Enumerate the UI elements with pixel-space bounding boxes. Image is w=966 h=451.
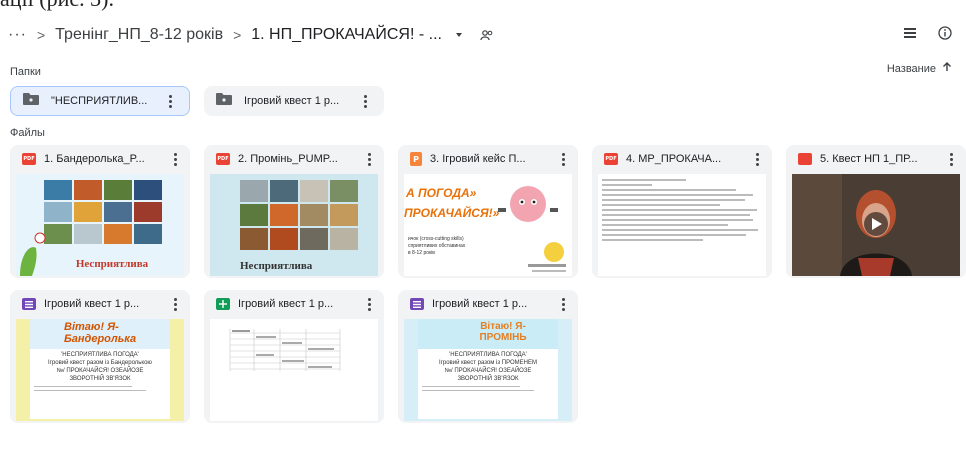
video-icon bbox=[798, 153, 812, 165]
slides-icon: P bbox=[410, 152, 422, 166]
file-card[interactable]: PDF 4. МР_ПРОКАЧА... bbox=[592, 145, 772, 278]
folder-name: "НЕСПРИЯТЛИВ... bbox=[51, 95, 148, 107]
form-icon bbox=[22, 298, 36, 310]
arrow-up-icon bbox=[942, 62, 952, 75]
more-options-icon[interactable] bbox=[556, 152, 570, 166]
list-view-icon[interactable] bbox=[904, 28, 916, 38]
file-title: Ігровий квест 1 р... bbox=[432, 298, 528, 310]
file-title: 2. Промінь_PUMP... bbox=[238, 153, 338, 165]
slide-line: ичок (cross-cutting skills) bbox=[408, 236, 464, 242]
more-options-icon[interactable] bbox=[556, 297, 570, 311]
file-card[interactable]: P 3. Ігровий кейс П... А ПОГОДА» ПРОКАЧА… bbox=[398, 145, 578, 278]
form-line: ЗВОРОТНІЙ ЗВ'ЯЗОК bbox=[69, 376, 131, 382]
slide-line: ПРОКАЧАЙСЯ!» bbox=[404, 206, 500, 220]
form-line: №/ ПРОКАЧАЙСЯ! ОЗЕАЙОЗЕ bbox=[56, 368, 144, 374]
more-options-icon[interactable] bbox=[168, 297, 182, 311]
folders-heading: Папки bbox=[10, 66, 41, 78]
file-thumbnail: Несприятлива bbox=[16, 174, 184, 276]
sort-label: Название bbox=[886, 62, 936, 75]
more-options-icon[interactable] bbox=[944, 152, 958, 166]
thumbnail-banner: Вітаю! Я- ПРОМІНЬ bbox=[479, 321, 527, 343]
file-title: 4. МР_ПРОКАЧА... bbox=[626, 153, 722, 165]
slide-line: сприятливих обставинах bbox=[408, 243, 466, 249]
chevron-right-icon: > bbox=[36, 27, 46, 43]
more-options-icon[interactable] bbox=[358, 94, 372, 108]
form-line: Ігровий квест разом із ПРОМЕНЕМ bbox=[439, 360, 537, 366]
folder-item[interactable]: Ігровий квест 1 р... bbox=[204, 86, 384, 116]
caret-down-icon[interactable] bbox=[454, 30, 464, 40]
file-thumbnail bbox=[210, 319, 378, 421]
pdf-icon: PDF bbox=[604, 153, 618, 165]
thumbnail-caption: Несприятлива bbox=[75, 258, 149, 270]
file-thumbnail: Вітаю! Я- ПРОМІНЬ 'НЕСПРИЯТЛИВА ПОГОДА' … bbox=[404, 319, 572, 421]
thumbnail-caption: Несприятлива bbox=[240, 260, 313, 272]
file-title: Ігровий квест 1 р... bbox=[44, 298, 140, 310]
sheet-icon bbox=[216, 298, 230, 310]
chevron-right-icon: > bbox=[233, 27, 242, 43]
breadcrumb-current[interactable]: 1. НП_ПРОКАЧАЙСЯ! - ... bbox=[251, 26, 442, 44]
pdf-icon: PDF bbox=[216, 153, 230, 165]
more-options-icon[interactable] bbox=[163, 94, 177, 108]
folder-name: Ігровий квест 1 р... bbox=[244, 95, 340, 107]
more-options-icon[interactable] bbox=[362, 297, 376, 311]
more-options-icon[interactable] bbox=[168, 152, 182, 166]
form-line: ЗВОРОТНІЙ ЗВ'ЯЗОК bbox=[457, 376, 519, 382]
file-thumbnail: Несприятлива bbox=[210, 174, 378, 276]
document-text-fragment: ації (рис. 3). bbox=[0, 0, 966, 14]
slide-line: А ПОГОДА» bbox=[406, 186, 477, 200]
slide-line: в 8-12 років bbox=[408, 250, 435, 256]
file-thumbnail: А ПОГОДА» ПРОКАЧАЙСЯ!» ичок (cross-cutti… bbox=[404, 174, 572, 276]
more-options-icon[interactable] bbox=[362, 152, 376, 166]
file-title: Ігровий квест 1 р... bbox=[238, 298, 334, 310]
file-thumbnail[interactable] bbox=[792, 174, 960, 276]
more-options-icon[interactable] bbox=[750, 152, 764, 166]
shared-people-icon[interactable] bbox=[480, 29, 494, 41]
folder-icon bbox=[23, 92, 39, 110]
form-icon bbox=[410, 298, 424, 310]
file-card[interactable]: 5. Квест НП 1_ПР... bbox=[786, 145, 966, 278]
pdf-icon: PDF bbox=[22, 153, 36, 165]
folder-item[interactable]: "НЕСПРИЯТЛИВ... bbox=[10, 86, 190, 116]
file-title: 5. Квест НП 1_ПР... bbox=[820, 153, 918, 165]
breadcrumb-more[interactable]: ··· bbox=[8, 26, 27, 44]
breadcrumb: ··· > Тренінг_НП_8-12 років > 1. НП_ПРОК… bbox=[0, 20, 966, 50]
info-icon[interactable] bbox=[938, 26, 952, 40]
folder-icon bbox=[216, 92, 232, 110]
form-line: 'НЕСПРИЯТЛИВА ПОГОДА' bbox=[61, 352, 139, 358]
file-card[interactable]: Ігровий квест 1 р... Вітаю! Я- ПРОМІНЬ '… bbox=[398, 290, 578, 423]
file-thumbnail: Вітаю! Я- Бандеролька 'НЕСПРИЯТЛИВА ПОГО… bbox=[16, 319, 184, 421]
file-title: 1. Бандеролька_P... bbox=[44, 153, 145, 165]
file-thumbnail bbox=[598, 174, 766, 276]
form-line: Ігровий квест разом із Бандеролькою bbox=[48, 360, 152, 366]
form-line: №/ ПРОКАЧАЙСЯ! ОЗЕАЙОЗЕ bbox=[444, 368, 532, 374]
file-card[interactable]: Ігровий квест 1 р... Вітаю! Я- Бандероль… bbox=[10, 290, 190, 423]
file-card[interactable]: PDF 1. Бандеролька_P... Несприятлива bbox=[10, 145, 190, 278]
thumbnail-banner: Вітаю! Я- Бандеролька bbox=[64, 321, 137, 345]
sort-control[interactable]: Название bbox=[887, 62, 952, 75]
breadcrumb-parent[interactable]: Тренінг_НП_8-12 років bbox=[55, 26, 223, 44]
files-heading: Файлы bbox=[10, 127, 45, 139]
file-card[interactable]: Ігровий квест 1 р... bbox=[204, 290, 384, 423]
form-line: 'НЕСПРИЯТЛИВА ПОГОДА' bbox=[449, 352, 527, 358]
file-card[interactable]: PDF 2. Промінь_PUMP... Несприятлива bbox=[204, 145, 384, 278]
file-title: 3. Ігровий кейс П... bbox=[430, 153, 526, 165]
